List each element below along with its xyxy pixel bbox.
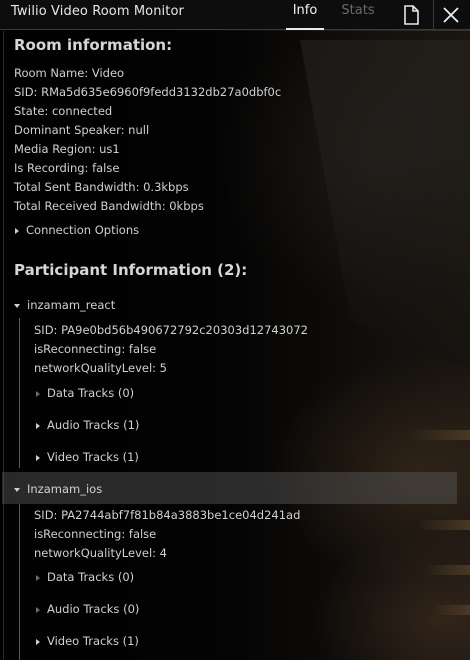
audio-tracks-toggle[interactable]: Audio Tracks (1) xyxy=(36,418,139,432)
participant-reconnecting: isReconnecting: false xyxy=(34,342,157,356)
close-button[interactable] xyxy=(433,0,467,30)
data-tracks-toggle[interactable]: Data Tracks (0) xyxy=(36,570,134,584)
total-sent-bandwidth: Total Sent Bandwidth: 0.3kbps xyxy=(14,180,189,194)
participant-info-heading: Participant Information (2): xyxy=(14,261,248,279)
data-tracks-label: Data Tracks (0) xyxy=(47,386,135,400)
video-tracks-label: Video Tracks (1) xyxy=(47,450,139,464)
chevron-down-icon xyxy=(14,487,20,492)
dominant-speaker: Dominant Speaker: null xyxy=(14,123,150,137)
chevron-right-icon xyxy=(36,422,40,429)
video-tracks-toggle[interactable]: Video Tracks (1) xyxy=(36,634,139,648)
room-sid: SID: RMa5d635e6960f9fedd3132db27a0dbf0c xyxy=(14,85,282,99)
total-received-bandwidth: Total Received Bandwidth: 0kbps xyxy=(14,199,204,213)
participant-sid: SID: PA2744abf7f81b84a3883be1ce04d241ad xyxy=(34,508,301,522)
audio-tracks-label: Audio Tracks (1) xyxy=(47,418,140,432)
chevron-right-icon xyxy=(36,454,40,461)
copy-button[interactable] xyxy=(394,0,428,30)
participant-network-quality: networkQualityLevel: 5 xyxy=(34,361,167,375)
tab-info[interactable]: Info xyxy=(286,3,324,30)
tree-guide xyxy=(19,504,20,660)
participant-name: inzamam_react xyxy=(27,298,116,312)
participant-network-quality: networkQualityLevel: 4 xyxy=(34,546,167,560)
chevron-down-icon xyxy=(14,303,20,308)
chevron-right-icon xyxy=(36,390,40,397)
chevron-right-icon xyxy=(36,574,40,581)
participant-toggle[interactable]: inzamam_react xyxy=(14,298,115,312)
copy-icon xyxy=(404,5,419,25)
connection-options-label: Connection Options xyxy=(26,223,140,237)
audio-tracks-toggle[interactable]: Audio Tracks (0) xyxy=(36,602,139,616)
chevron-right-icon xyxy=(36,606,40,613)
tree-guide xyxy=(19,318,20,468)
connection-options-toggle[interactable]: Connection Options xyxy=(15,223,139,237)
monitor-header: Twilio Video Room Monitor Info Stats xyxy=(0,0,470,30)
panel-border xyxy=(3,31,4,660)
room-state: State: connected xyxy=(14,104,113,118)
audio-tracks-label: Audio Tracks (0) xyxy=(47,602,140,616)
participant-toggle[interactable]: Inzamam_ios xyxy=(14,482,102,496)
chevron-right-icon xyxy=(15,227,19,234)
data-tracks-toggle[interactable]: Data Tracks (0) xyxy=(36,386,134,400)
participant-name: Inzamam_ios xyxy=(27,482,103,496)
media-region: Media Region: us1 xyxy=(14,142,120,156)
room-info-heading: Room information: xyxy=(14,36,173,54)
tab-stats[interactable]: Stats xyxy=(338,3,378,30)
video-tracks-label: Video Tracks (1) xyxy=(47,634,139,648)
close-icon xyxy=(442,7,459,23)
window-title: Twilio Video Room Monitor xyxy=(11,4,184,19)
room-name: Room Name: Video xyxy=(14,66,125,80)
data-tracks-label: Data Tracks (0) xyxy=(47,570,135,584)
is-recording: Is Recording: false xyxy=(14,161,120,175)
chevron-right-icon xyxy=(36,638,40,645)
participant-sid: SID: PA9e0bd56b490672792c20303d12743072 xyxy=(34,323,308,337)
video-tracks-toggle[interactable]: Video Tracks (1) xyxy=(36,450,139,464)
participant-reconnecting: isReconnecting: false xyxy=(34,527,157,541)
